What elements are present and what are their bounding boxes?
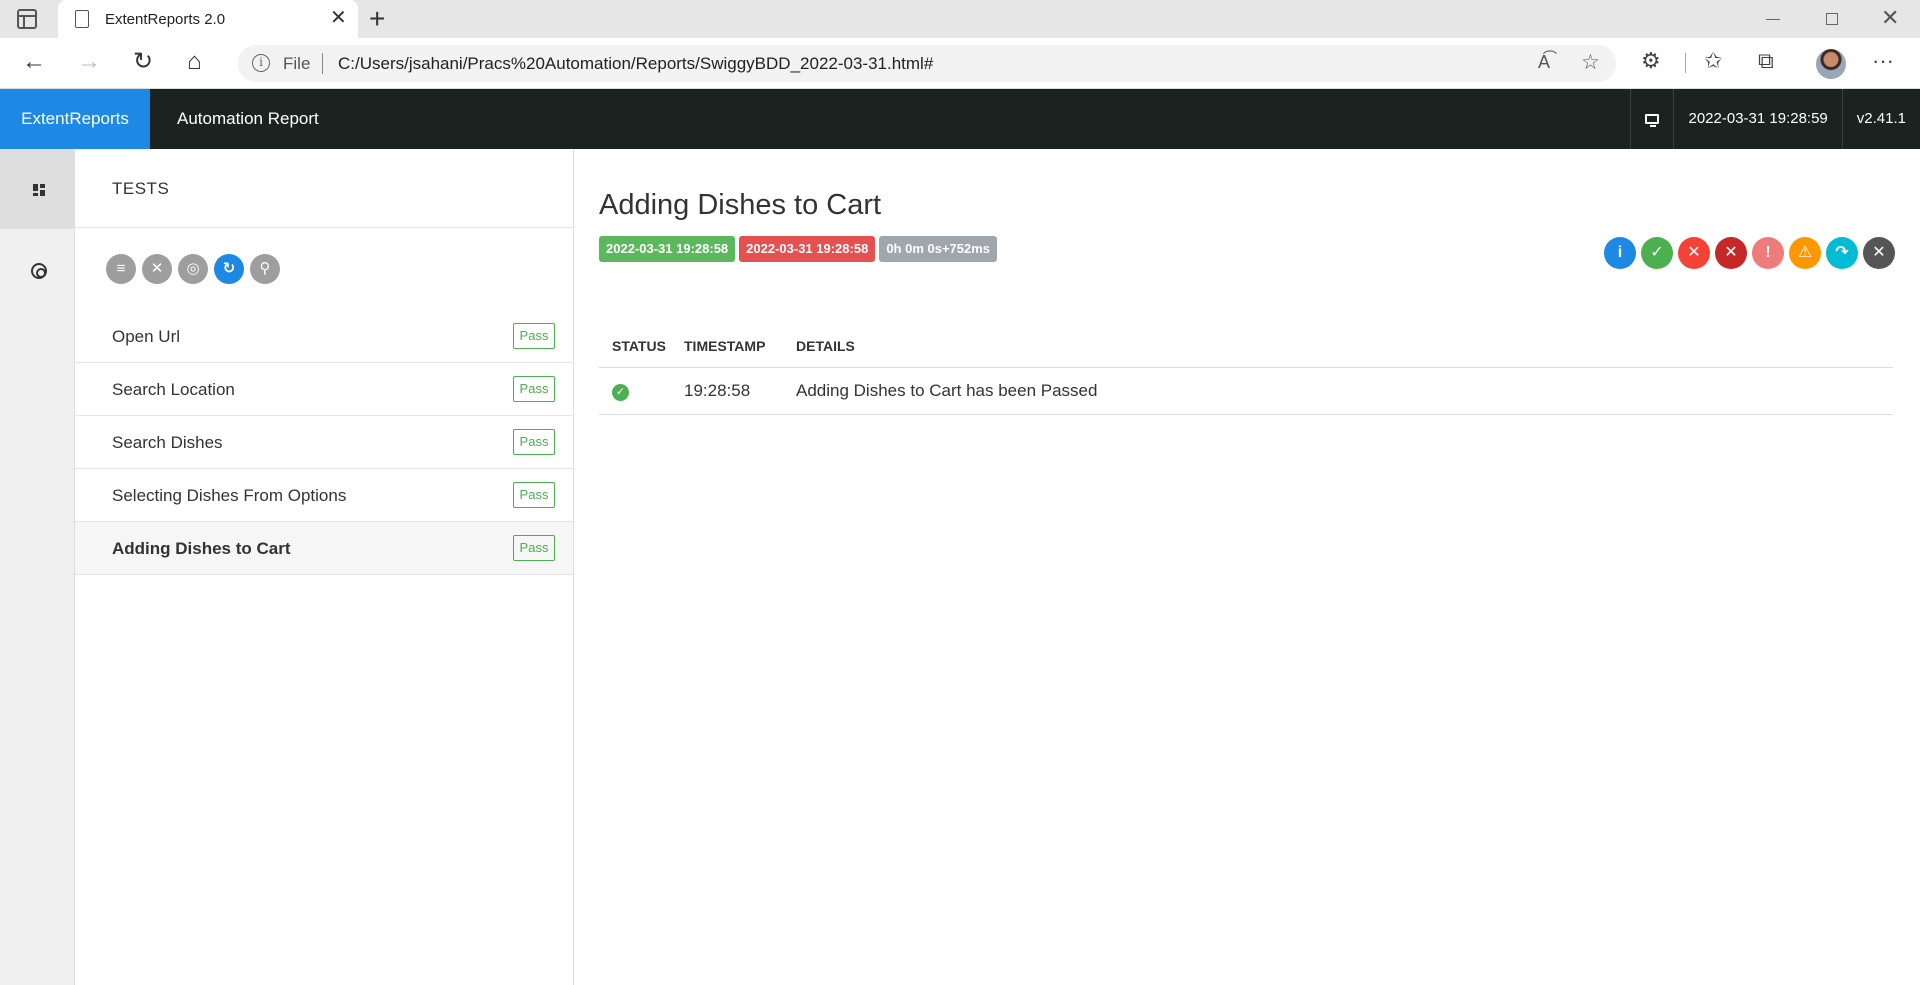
clear-icon[interactable]: ✕ (142, 254, 172, 284)
tests-toolbar: ≡ ✕ ◎ ↻ ⚲ (106, 254, 280, 284)
log-timestamp: 19:28:58 (671, 367, 783, 415)
brand-logo[interactable]: ExtentReports (0, 89, 150, 149)
site-info-icon[interactable]: i (252, 54, 270, 72)
categories-spiral-icon[interactable] (31, 263, 47, 279)
new-tab-icon[interactable]: + (369, 5, 385, 33)
forward-icon[interactable]: → (77, 49, 101, 75)
search-icon[interactable]: ⚲ (250, 254, 280, 284)
log-table: STATUS TIMESTAMP DETAILS ✓ 19:28:58 Adding… (599, 325, 1893, 415)
column-details: DETAILS (783, 325, 1893, 368)
browser-tab[interactable]: ExtentReports 2.0 ✕ (58, 0, 358, 38)
page-icon (75, 10, 89, 28)
filter-fail-icon[interactable]: ✕ (1678, 237, 1710, 269)
tab-actions-icon[interactable] (17, 9, 37, 29)
tab-close-icon[interactable]: ✕ (330, 8, 347, 28)
list-icon[interactable]: ≡ (106, 254, 136, 284)
log-status: ✓ (599, 367, 671, 415)
window-close-icon[interactable]: ✕ (1881, 7, 1899, 29)
column-status: STATUS (599, 325, 671, 368)
more-icon[interactable]: ··· (1872, 48, 1894, 74)
browser-toolbar: ← → ↻ ⌂ i File C:/Users/jsahani/Pracs%20… (0, 38, 1920, 89)
tests-panel: TESTS ≡ ✕ ◎ ↻ ⚲ Open Url Pass Search Location P… (75, 149, 574, 985)
log-row: ✓ 19:28:58 Adding Dishes to Cart has been … (599, 367, 1893, 415)
report-name: Automation Report (177, 109, 319, 128)
read-aloud-icon[interactable]: A͡ (1538, 52, 1550, 73)
status-badge: Pass (513, 535, 555, 561)
status-badge: Pass (513, 323, 555, 349)
filter-clear-icon[interactable]: ✕ (1863, 237, 1895, 269)
test-item[interactable]: Selecting Dishes From Options Pass (75, 469, 573, 522)
test-item[interactable]: Search Location Pass (75, 363, 573, 416)
test-title: Adding Dishes to Cart (599, 189, 882, 221)
filter-warning-icon[interactable]: ⚠ (1789, 237, 1821, 269)
reload-icon[interactable]: ↻ (133, 49, 153, 75)
start-time-label: 2022-03-31 19:28:58 (599, 236, 736, 262)
column-timestamp: TIMESTAMP (671, 325, 783, 368)
status-filters: i ✓ ✕ ✕! ⚠ ↷ ✕ (1604, 237, 1895, 269)
filter-fatal-icon[interactable]: ✕ (1715, 237, 1747, 269)
report-version: v2.41.1 (1841, 89, 1920, 149)
add-favorite-icon[interactable]: ☆ (1581, 50, 1600, 75)
refresh-icon[interactable]: ↻ (214, 254, 244, 284)
dashboard-icon (33, 184, 45, 196)
left-rail (0, 149, 75, 985)
filter-pass-icon[interactable]: ✓ (1641, 237, 1673, 269)
filter-error-icon[interactable]: ! (1752, 237, 1784, 269)
status-badge: Pass (513, 429, 555, 455)
address-separator (322, 53, 323, 74)
profile-avatar[interactable] (1816, 49, 1846, 79)
filter-skip-icon[interactable]: ↷ (1826, 237, 1858, 269)
address-scheme: File (283, 54, 311, 73)
home-icon[interactable]: ⌂ (187, 49, 202, 75)
test-name: Search Location (112, 380, 235, 399)
maximize-icon[interactable] (1826, 13, 1838, 25)
test-name: Selecting Dishes From Options (112, 486, 347, 505)
report-header: ExtentReports Automation Report 2022-03-… (0, 89, 1920, 149)
spiral-icon[interactable]: ◎ (178, 254, 208, 284)
pass-check-icon: ✓ (612, 384, 629, 401)
extensions-icon[interactable]: ⚙ (1641, 48, 1661, 74)
tab-title: ExtentReports 2.0 (105, 11, 226, 28)
status-badge: Pass (513, 482, 555, 508)
duration-label: 0h 0m 0s+752ms (879, 236, 998, 262)
end-time-label: 2022-03-31 19:28:58 (739, 236, 876, 262)
monitor-icon (1645, 114, 1660, 127)
tests-title: TESTS (112, 179, 170, 198)
filter-info-icon[interactable]: i (1604, 237, 1636, 269)
tests-divider (75, 227, 573, 228)
favorites-icon[interactable]: ✩ (1704, 48, 1722, 74)
log-details: Adding Dishes to Cart has been Passed (783, 367, 1893, 415)
test-name: Open Url (112, 327, 181, 346)
header-info: 2022-03-31 19:28:59 v2.41.1 (1630, 89, 1920, 149)
minimize-icon[interactable] (1766, 19, 1780, 20)
rail-item-tests[interactable] (0, 149, 74, 229)
test-item[interactable]: Adding Dishes to Cart Pass (75, 522, 573, 575)
test-name: Search Dishes (112, 433, 223, 452)
address-bar[interactable]: i File C:/Users/jsahani/Pracs%20Automati… (238, 45, 1616, 82)
log-header-row: STATUS TIMESTAMP DETAILS (599, 325, 1893, 368)
toolbar-separator (1685, 53, 1686, 73)
browser-tab-bar: ExtentReports 2.0 ✕ + ✕ (0, 0, 1920, 38)
back-icon[interactable]: ← (22, 49, 46, 75)
test-list: Open Url Pass Search Location Pass Search Di… (75, 310, 573, 575)
status-badge: Pass (513, 376, 555, 402)
test-item[interactable]: Search Dishes Pass (75, 416, 573, 469)
environment-button[interactable] (1630, 89, 1673, 149)
test-time-labels: 2022-03-31 19:28:58 2022-03-31 19:28:58 … (599, 236, 998, 262)
report-timestamp: 2022-03-31 19:28:59 (1673, 89, 1841, 149)
test-name: Adding Dishes to Cart (112, 539, 291, 558)
test-item[interactable]: Open Url Pass (75, 310, 573, 363)
address-url[interactable]: C:/Users/jsahani/Pracs%20Automation/Repo… (338, 54, 933, 74)
test-detail: Adding Dishes to Cart 2022-03-31 19:28:5… (574, 149, 1920, 985)
collections-icon[interactable]: ⧉ (1758, 48, 1774, 74)
